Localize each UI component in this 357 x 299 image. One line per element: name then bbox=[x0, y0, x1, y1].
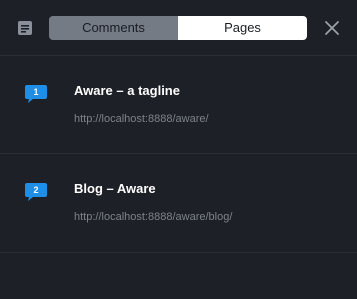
page-list-item[interactable]: 1 Aware – a tagline http://localhost:888… bbox=[0, 56, 357, 154]
page-title[interactable]: Aware – a tagline bbox=[74, 83, 180, 98]
comment-count-badge: 2 bbox=[24, 182, 48, 202]
comment-count: 1 bbox=[33, 87, 39, 97]
page-url[interactable]: http://localhost:8888/aware/ bbox=[74, 113, 209, 125]
document-icon[interactable] bbox=[17, 20, 33, 36]
view-toggle: Comments Pages bbox=[49, 16, 307, 40]
page-url[interactable]: http://localhost:8888/aware/blog/ bbox=[74, 211, 232, 223]
comment-count: 2 bbox=[33, 185, 39, 195]
tab-comments[interactable]: Comments bbox=[49, 16, 178, 40]
page-list-item[interactable]: 2 Blog – Aware http://localhost:8888/awa… bbox=[0, 155, 357, 253]
page-title[interactable]: Blog – Aware bbox=[74, 181, 156, 196]
top-bar: Comments Pages bbox=[0, 0, 357, 56]
close-icon[interactable] bbox=[324, 20, 340, 36]
tab-pages[interactable]: Pages bbox=[178, 16, 307, 40]
comment-count-badge: 1 bbox=[24, 84, 48, 104]
